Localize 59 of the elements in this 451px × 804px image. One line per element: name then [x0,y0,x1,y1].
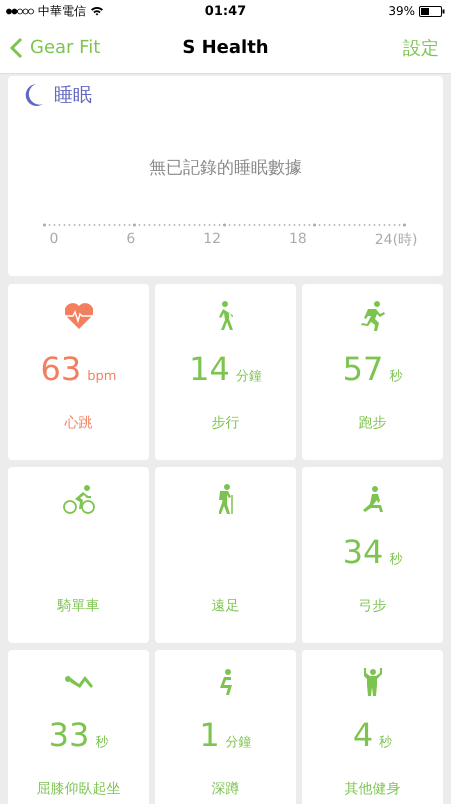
axis-label: 0 [50,231,58,249]
value-unit: 分鐘 [226,734,252,751]
activity-label: 心跳 [64,414,92,432]
activity-value: 33 [48,716,90,754]
clock-time: 01:47 [204,4,246,18]
activity-value: 1 [199,716,220,754]
chevron-left-icon [10,36,23,58]
squat-figure-icon [220,669,232,695]
value-unit: 分鐘 [236,368,262,385]
walking-figure-icon [218,301,233,331]
activity-tile[interactable]: 4 秒 其他健身 [302,650,443,804]
lunge-figure-icon [362,486,382,512]
activity-label: 騎單車 [58,597,100,615]
activity-tile[interactable]: 1 分鐘 深蹲 [155,650,296,804]
sleep-title: 睡眠 [54,83,92,108]
back-button[interactable]: Gear Fit [10,36,100,58]
settings-button[interactable]: 設定 [403,36,439,60]
axis-label: 18 [288,231,307,249]
value-unit: 秒 [389,551,402,568]
activity-value: 34 [342,533,384,571]
activity-label: 其他健身 [344,780,400,798]
empty-message: 無已記錄的睡眠數據 [149,157,302,179]
activity-tile[interactable]: 57 秒 跑步 [302,284,443,460]
carrier-name: 中華電信 [38,2,86,20]
activity-value: 57 [342,350,384,388]
page-title: S Health [182,37,269,58]
activity-label: 遠足 [212,597,240,615]
activity-tile[interactable]: 遠足 [155,467,296,643]
sleep-card[interactable]: 睡眠 無已記錄的睡眠數據 0 6 12 18 24(時) [8,76,443,276]
hiker-icon [218,484,232,514]
activity-label: 深蹲 [212,780,240,798]
axis-label: 24(時) [374,231,418,249]
situp-figure-icon [64,676,92,688]
activity-value: 63 [40,350,82,388]
cyclist-icon [62,484,94,514]
signal-icon [6,8,34,14]
activity-label: 步行 [212,414,240,432]
battery-percent: 39% [388,4,415,18]
activity-label: 弓步 [358,597,386,615]
activity-value: 14 [189,350,230,388]
value-unit: 秒 [95,734,108,751]
activity-label: 屈膝仰臥起坐 [36,780,120,798]
value-unit: 秒 [389,368,402,385]
activity-tile[interactable]: 騎單車 [8,467,149,643]
axis-label: 12 [203,231,222,249]
battery-icon [419,6,445,16]
heart-rate-icon [64,302,92,330]
axis-label: 6 [126,231,136,249]
activity-value: 4 [352,716,374,754]
value-unit: 秒 [379,734,392,751]
activity-label: 跑步 [358,414,386,432]
wifi-icon [90,6,104,16]
activity-tile[interactable]: 14 分鐘 步行 [155,284,296,460]
activity-tile[interactable]: 33 秒 屈膝仰臥起坐 [8,650,149,804]
activity-tile[interactable]: 34 秒 弓步 [302,467,443,643]
flexing-figure-icon [364,668,382,696]
value-unit: bpm [87,369,116,384]
activity-tile[interactable]: 63 bpm 心跳 [8,284,149,460]
running-figure-icon [360,301,384,331]
